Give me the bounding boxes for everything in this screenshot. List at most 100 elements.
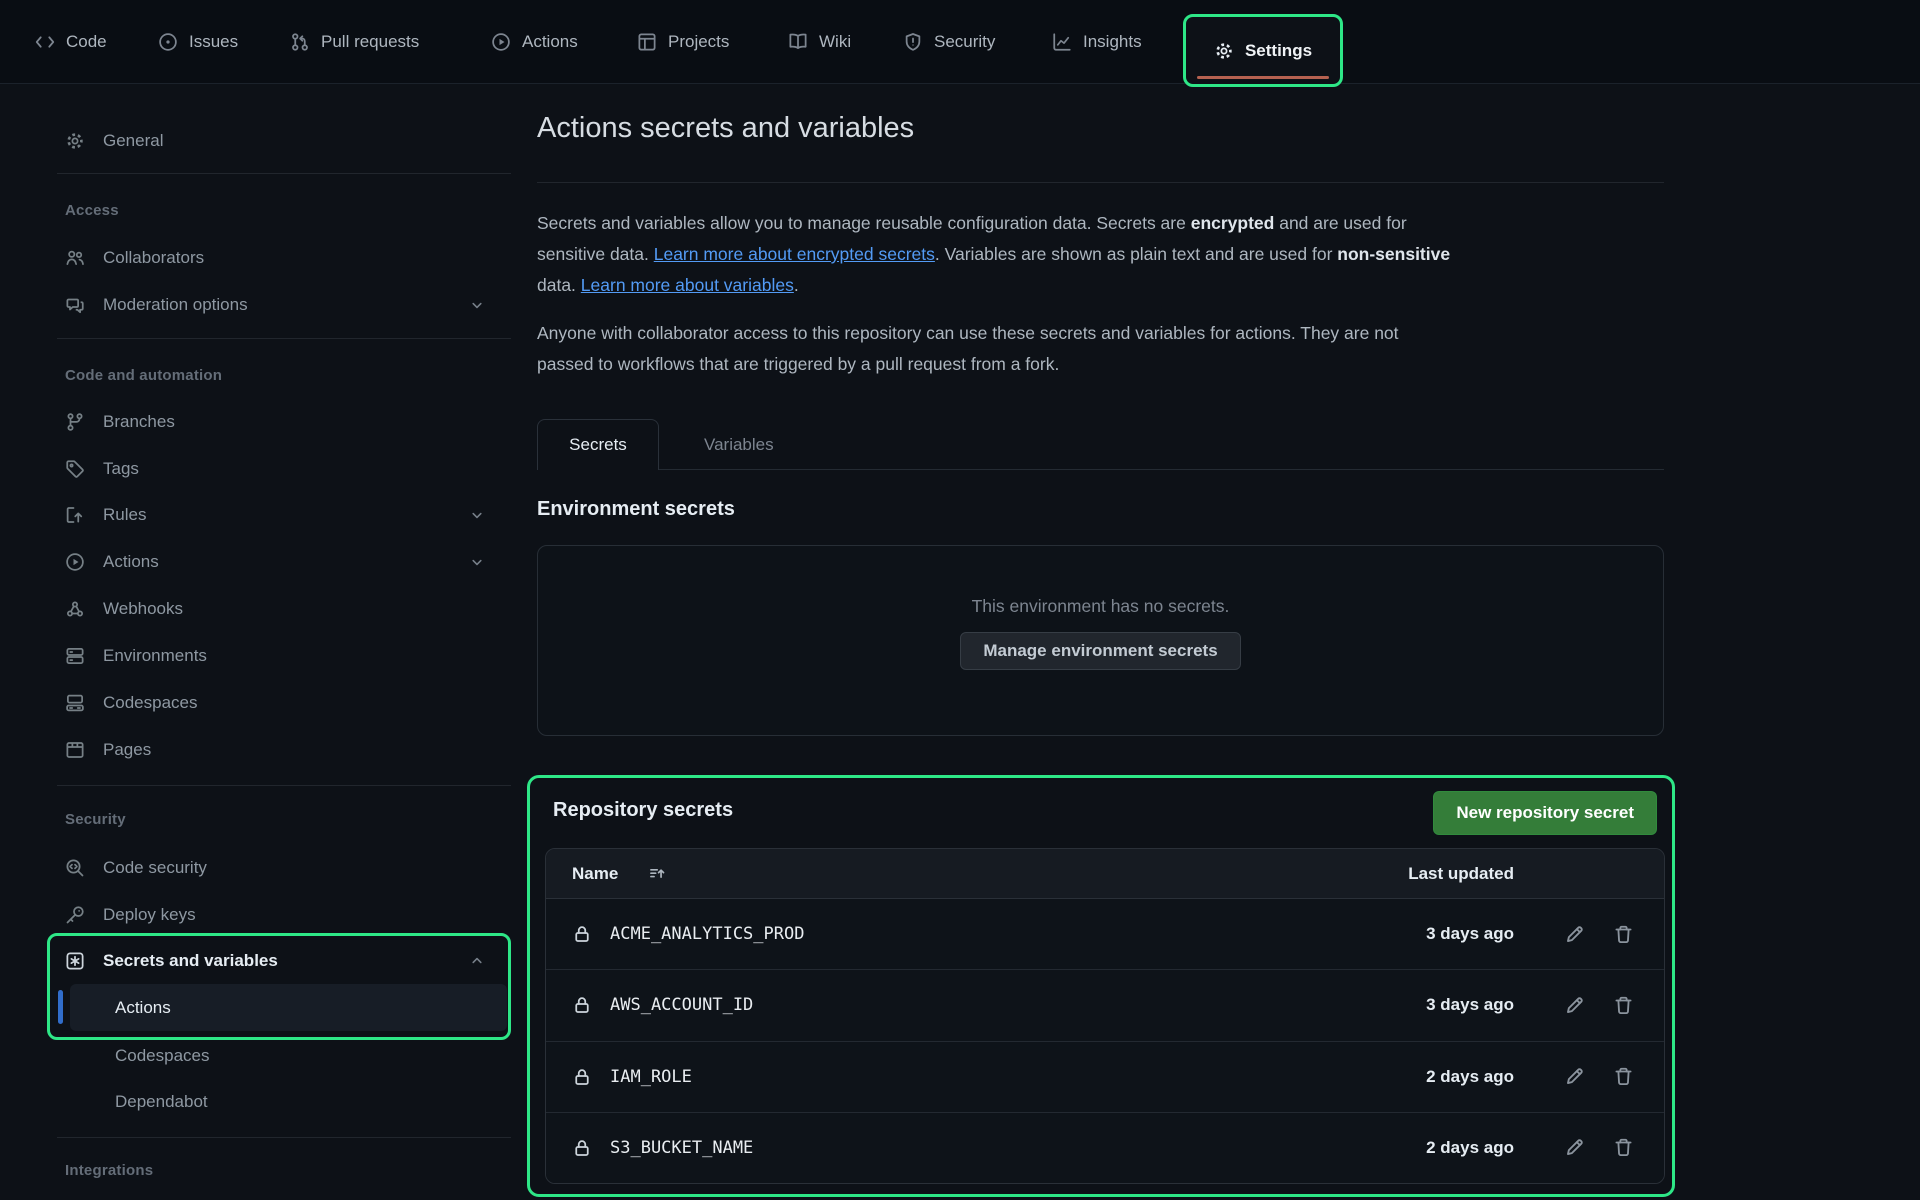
secret-row: AWS_ACCOUNT_ID 3 days ago — [546, 970, 1664, 1041]
sidebar-item-label: Rules — [103, 505, 146, 525]
sidebar-item-label: General — [103, 131, 163, 151]
sidebar-item-tags[interactable]: Tags — [64, 446, 488, 492]
intro-text: . — [794, 275, 799, 295]
rules-icon — [64, 505, 86, 525]
sidebar-item-actions[interactable]: Actions — [64, 539, 488, 585]
sidebar-item-pages[interactable]: Pages — [64, 727, 488, 773]
tabs-baseline — [537, 469, 1664, 470]
codescan-icon — [64, 858, 86, 878]
sidebar-item-label: Collaborators — [103, 248, 204, 268]
tab-pull-requests[interactable]: Pull requests — [290, 0, 419, 84]
link-variables[interactable]: Learn more about variables — [581, 275, 794, 295]
trash-icon — [1613, 924, 1634, 945]
pencil-icon — [1564, 995, 1585, 1016]
asterisk-box-icon — [64, 951, 86, 971]
tab-variables[interactable]: Variables — [680, 419, 798, 470]
delete-secret-button[interactable] — [1613, 995, 1634, 1016]
tab-issues[interactable]: Issues — [158, 0, 238, 84]
secret-name: ACME_ANALYTICS_PROD — [610, 924, 804, 944]
secret-row: IAM_ROLE 2 days ago — [546, 1042, 1664, 1113]
webhook-icon — [64, 599, 86, 619]
secret-row: S3_BUCKET_NAME 2 days ago — [546, 1113, 1664, 1183]
repository-secrets-table: Name Last updated ACME_ANALYTICS_PROD 3 … — [545, 848, 1665, 1184]
delete-secret-button[interactable] — [1613, 1066, 1634, 1087]
play-circle-icon — [491, 32, 511, 52]
sidebar-item-code-security[interactable]: Code security — [64, 845, 488, 891]
sidebar-item-label: Actions — [115, 998, 171, 1018]
sidebar-item-collaborators[interactable]: Collaborators — [64, 235, 488, 281]
intro-bold-non-sensitive: non-sensitive — [1337, 244, 1450, 264]
intro-bold-encrypted: encrypted — [1191, 213, 1275, 233]
secret-last-updated: 2 days ago — [1344, 1067, 1514, 1087]
pencil-icon — [1564, 1137, 1585, 1158]
key-icon — [64, 905, 86, 925]
link-encrypted-secrets[interactable]: Learn more about encrypted secrets — [654, 244, 935, 264]
sidebar-item-rules[interactable]: Rules — [64, 492, 488, 538]
sidebar-item-label: Webhooks — [103, 599, 183, 619]
sidebar-item-general[interactable]: General — [64, 118, 488, 164]
github-settings-page: { "theme": { "annotation_green": "#2ee78… — [0, 0, 1920, 1200]
sidebar-item-webhooks[interactable]: Webhooks — [64, 586, 488, 632]
sidebar-item-label: Environments — [103, 646, 207, 666]
sidebar-item-deploy-keys[interactable]: Deploy keys — [64, 892, 488, 938]
manage-environment-secrets-button[interactable]: Manage environment secrets — [960, 632, 1240, 670]
trash-icon — [1613, 1066, 1634, 1087]
environment-secrets-heading: Environment secrets — [537, 498, 735, 521]
intro-text: and are used for — [1274, 213, 1406, 233]
sidebar-item-secrets-and-variables[interactable]: Secrets and variables — [64, 938, 488, 984]
selected-item-accent-bar — [58, 990, 63, 1024]
edit-secret-button[interactable] — [1564, 995, 1585, 1016]
tab-label: Pull requests — [321, 32, 419, 52]
annotation-repository-secrets: Repository secrets New repository secret… — [527, 775, 1675, 1197]
sidebar-item-moderation-options[interactable]: Moderation options — [64, 282, 488, 328]
sidebar-item-label: Moderation options — [103, 295, 248, 315]
tab-label: Code — [66, 32, 107, 52]
tab-code[interactable]: Code — [35, 0, 107, 84]
secret-last-updated: 3 days ago — [1344, 995, 1514, 1015]
issue-opened-icon — [158, 32, 178, 52]
column-header-name: Name — [572, 864, 618, 884]
sidebar-item-environments[interactable]: Environments — [64, 633, 488, 679]
secret-name: S3_BUCKET_NAME — [610, 1138, 753, 1158]
play-circle-icon — [64, 552, 86, 572]
secret-last-updated: 2 days ago — [1344, 1138, 1514, 1158]
sidebar-subitem-codespaces[interactable]: Codespaces — [115, 1033, 210, 1079]
sidebar-item-codespaces[interactable]: Codespaces — [64, 680, 488, 726]
sidebar-item-branches[interactable]: Branches — [64, 399, 488, 445]
environment-secrets-panel: This environment has no secrets. Manage … — [537, 545, 1664, 736]
page-title: Actions secrets and variables — [537, 112, 914, 145]
edit-secret-button[interactable] — [1564, 924, 1585, 945]
trash-icon — [1613, 995, 1634, 1016]
sidebar-item-label: Branches — [103, 412, 175, 432]
git-branch-icon — [64, 412, 86, 432]
delete-secret-button[interactable] — [1613, 1137, 1634, 1158]
secret-row: ACME_ANALYTICS_PROD 3 days ago — [546, 899, 1664, 970]
settings-content: Actions secrets and variables Secrets an… — [537, 0, 1664, 1200]
sort-ascending-icon[interactable] — [648, 865, 666, 883]
sidebar-item-label: Code security — [103, 858, 207, 878]
sidebar-subitem-dependabot[interactable]: Dependabot — [115, 1079, 208, 1125]
tab-label: Issues — [189, 32, 238, 52]
tab-secrets[interactable]: Secrets — [537, 419, 659, 470]
note-text: Anyone with collaborator access to this … — [537, 323, 1399, 343]
table-header-row: Name Last updated — [546, 849, 1664, 899]
secret-last-updated: 3 days ago — [1344, 924, 1514, 944]
lock-icon — [572, 995, 592, 1015]
note-text: passed to workflows that are triggered b… — [537, 354, 1059, 374]
intro-text: sensitive data. — [537, 244, 654, 264]
server-icon — [64, 646, 86, 666]
lock-icon — [572, 1138, 592, 1158]
sidebar-divider — [57, 785, 511, 786]
column-header-last-updated: Last updated — [1344, 864, 1514, 884]
sidebar-subitem-actions-selected[interactable]: Actions — [70, 984, 507, 1031]
edit-secret-button[interactable] — [1564, 1137, 1585, 1158]
intro-paragraph: Secrets and variables allow you to manag… — [537, 208, 1664, 301]
new-repository-secret-button[interactable]: New repository secret — [1433, 791, 1657, 835]
edit-secret-button[interactable] — [1564, 1066, 1585, 1087]
delete-secret-button[interactable] — [1613, 924, 1634, 945]
settings-sidebar: General Access Collaborators Moderation … — [0, 84, 515, 1200]
sidebar-item-label: Actions — [103, 552, 159, 572]
sidebar-divider — [57, 338, 511, 339]
intro-text: . Variables are shown as plain text and … — [935, 244, 1337, 264]
sidebar-item-label: Pages — [103, 740, 151, 760]
